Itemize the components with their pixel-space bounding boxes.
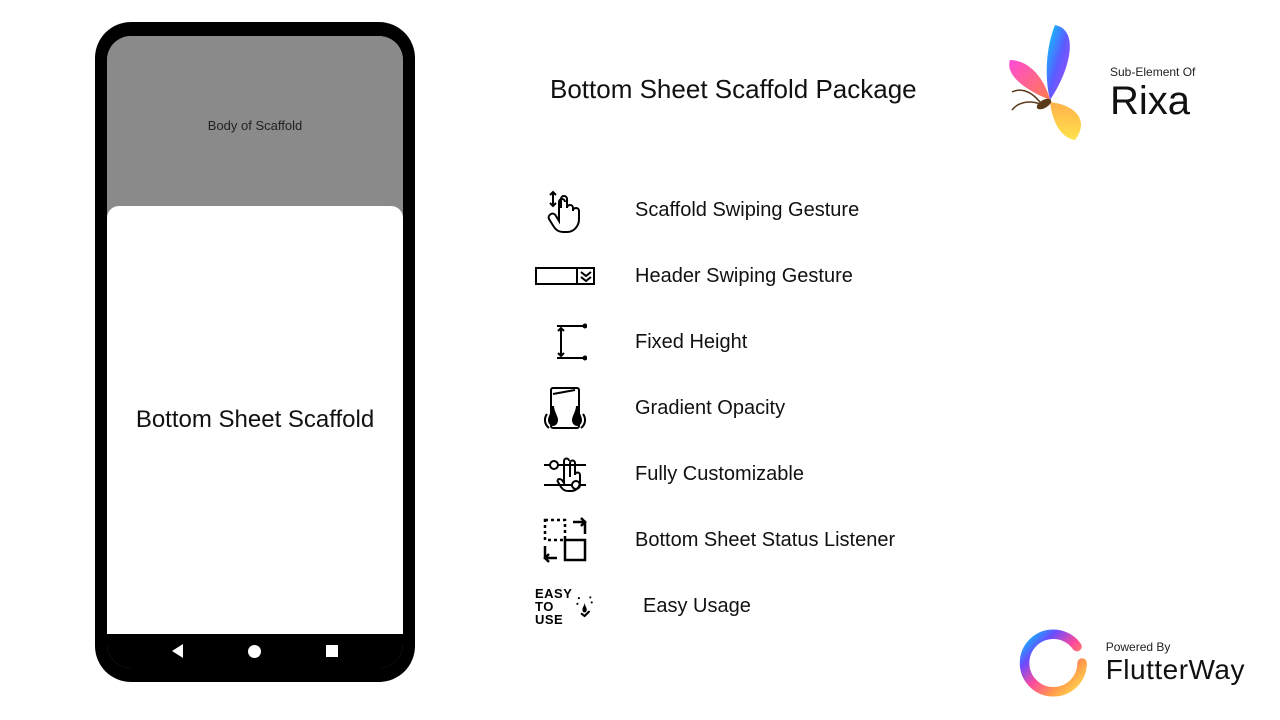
header-swipe-icon [535, 251, 595, 301]
nav-home-icon[interactable] [248, 645, 261, 658]
feature-row: Header Swiping Gesture [535, 246, 1055, 306]
feature-label: Header Swiping Gesture [635, 265, 853, 288]
rixa-name: Rixa [1110, 79, 1195, 124]
scaffold-body-label: Body of Scaffold [208, 118, 302, 133]
nav-back-icon[interactable] [172, 644, 183, 658]
feature-list: Scaffold Swiping Gesture Header Swiping … [535, 180, 1055, 642]
flutterway-subtitle: Powered By [1106, 640, 1245, 654]
phone-mockup: Body of Scaffold Bottom Sheet Scaffold [95, 22, 415, 682]
bottom-sheet-label: Bottom Sheet Scaffold [136, 406, 374, 434]
nav-recent-icon[interactable] [326, 645, 338, 657]
feature-label: Fully Customizable [635, 463, 804, 486]
flutterway-ring-icon [1015, 623, 1092, 703]
feature-row: Scaffold Swiping Gesture [535, 180, 1055, 240]
butterfly-icon [1000, 20, 1100, 170]
customizable-icon [535, 449, 595, 499]
swipe-hand-icon [535, 185, 595, 235]
bottom-sheet: Bottom Sheet Scaffold [107, 206, 403, 634]
easy-badge-text: EASY TO USE [535, 587, 572, 626]
gradient-opacity-icon [535, 383, 595, 433]
feature-row: EASY TO USE Easy Usage [535, 576, 1055, 636]
feature-label: Easy Usage [643, 595, 751, 618]
rixa-subtitle: Sub-Element Of [1110, 65, 1195, 79]
flutterway-name: FlutterWay [1106, 654, 1245, 686]
feature-label: Gradient Opacity [635, 397, 785, 420]
android-navbar [107, 634, 403, 668]
feature-row: Fixed Height [535, 312, 1055, 372]
feature-label: Bottom Sheet Status Listener [635, 529, 895, 552]
status-listener-icon [535, 515, 595, 565]
feature-row: Fully Customizable [535, 444, 1055, 504]
phone-screen: Body of Scaffold Bottom Sheet Scaffold [107, 36, 403, 668]
feature-label: Scaffold Swiping Gesture [635, 199, 859, 222]
feature-row: Bottom Sheet Status Listener [535, 510, 1055, 570]
flutterway-logo: Powered By FlutterWay [1015, 615, 1245, 710]
feature-row: Gradient Opacity [535, 378, 1055, 438]
scaffold-body: Body of Scaffold [107, 36, 403, 206]
fixed-height-icon [535, 317, 595, 367]
page-title: Bottom Sheet Scaffold Package [550, 74, 917, 105]
rixa-logo: Sub-Element Of Rixa [1000, 12, 1210, 177]
feature-label: Fixed Height [635, 331, 747, 354]
easy-use-icon: EASY TO USE [535, 581, 595, 631]
